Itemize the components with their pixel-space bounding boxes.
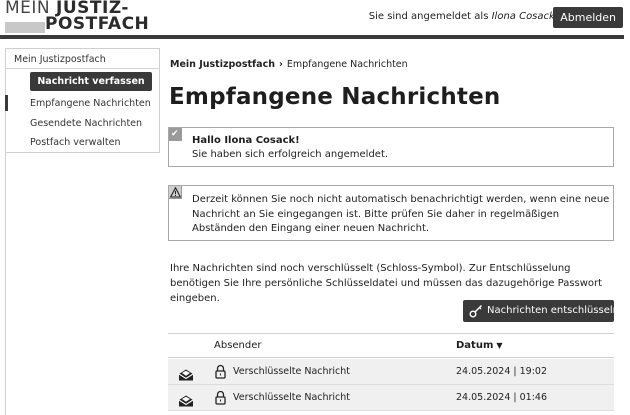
- sidebar-item-received[interactable]: Empfangene Nachrichten: [30, 98, 151, 109]
- table-row[interactable]: Verschlüsselte Nachricht 24.05.2024 | 19…: [168, 359, 614, 385]
- page-title: Empfangene Nachrichten: [169, 84, 501, 110]
- decrypt-messages-button[interactable]: Nachrichten entschlüsseln: [463, 300, 619, 322]
- row-sender: Verschlüsselte Nachricht: [233, 366, 351, 377]
- compose-message-button[interactable]: Nachricht verfassen: [30, 72, 152, 91]
- sidebar-active-indicator: [5, 95, 8, 111]
- table-header-rule: [168, 357, 614, 358]
- breadcrumb-chevron-icon: ›: [278, 59, 283, 70]
- breadcrumb: Mein Justizpostfach › Empfangene Nachricht…: [170, 59, 408, 70]
- decrypt-messages-label: Nachrichten entschlüsseln: [487, 305, 620, 316]
- table-row[interactable]: Verschlüsselte Nachricht 24.05.2024 | 01…: [168, 385, 614, 411]
- warning-icon: [169, 186, 182, 199]
- row-date: 24.05.2024 | 19:02: [456, 366, 548, 377]
- success-alert: ✔ Hallo Ilona Cosack! Sie haben sich erf…: [168, 127, 614, 167]
- sidebar-item-manage[interactable]: Postfach verwalten: [30, 137, 121, 148]
- login-status: Sie sind angemeldet als Ilona Cosack.: [369, 11, 558, 22]
- login-prefix: Sie sind angemeldet als: [368, 11, 489, 22]
- header: MEIN JUSTIZ- POSTFACH Sie sind angemelde…: [0, 0, 630, 40]
- header-divider: [0, 35, 624, 39]
- sidebar-divider: [6, 68, 159, 69]
- logo[interactable]: MEIN JUSTIZ- POSTFACH: [5, 0, 149, 36]
- key-icon: [469, 304, 483, 327]
- lock-icon: [215, 364, 226, 383]
- warning-alert-text: Derzeit können Sie noch nicht automatisc…: [192, 194, 610, 234]
- breadcrumb-current: Empfangene Nachrichten: [286, 59, 408, 70]
- login-user: Ilona Cosack.: [491, 11, 558, 22]
- column-header-sender[interactable]: Absender: [214, 340, 262, 351]
- table-top-rule: [168, 333, 614, 334]
- sidebar-title[interactable]: Mein Justizpostfach: [14, 54, 106, 65]
- row-date: 24.05.2024 | 01:46: [456, 392, 548, 403]
- sidebar: Mein Justizpostfach Nachricht verfassen …: [5, 48, 160, 153]
- envelope-open-icon: [178, 366, 194, 385]
- envelope-open-icon: [178, 392, 194, 411]
- sort-chevron-down-icon: ▼: [496, 341, 503, 350]
- logo-text-postfach: POSTFACH: [45, 14, 150, 34]
- logout-button[interactable]: Abmelden: [553, 7, 623, 28]
- logo-bar: [5, 22, 45, 33]
- column-header-date[interactable]: Datum ▼: [456, 340, 503, 351]
- checkmark-icon: ✔: [169, 128, 182, 141]
- column-header-date-label: Datum: [456, 340, 494, 351]
- lock-icon: [215, 390, 226, 409]
- warning-alert: Derzeit können Sie noch nicht automatisc…: [168, 185, 614, 241]
- sidebar-item-sent[interactable]: Gesendete Nachrichten: [30, 118, 142, 129]
- success-alert-title: Hallo Ilona Cosack!: [192, 135, 300, 146]
- content-left-border: [5, 153, 6, 415]
- row-sender: Verschlüsselte Nachricht: [233, 392, 351, 403]
- logo-text-mein: MEIN: [5, 0, 51, 18]
- breadcrumb-root[interactable]: Mein Justizpostfach: [170, 59, 275, 70]
- success-alert-text: Sie haben sich erfolgreich angemeldet.: [192, 149, 389, 160]
